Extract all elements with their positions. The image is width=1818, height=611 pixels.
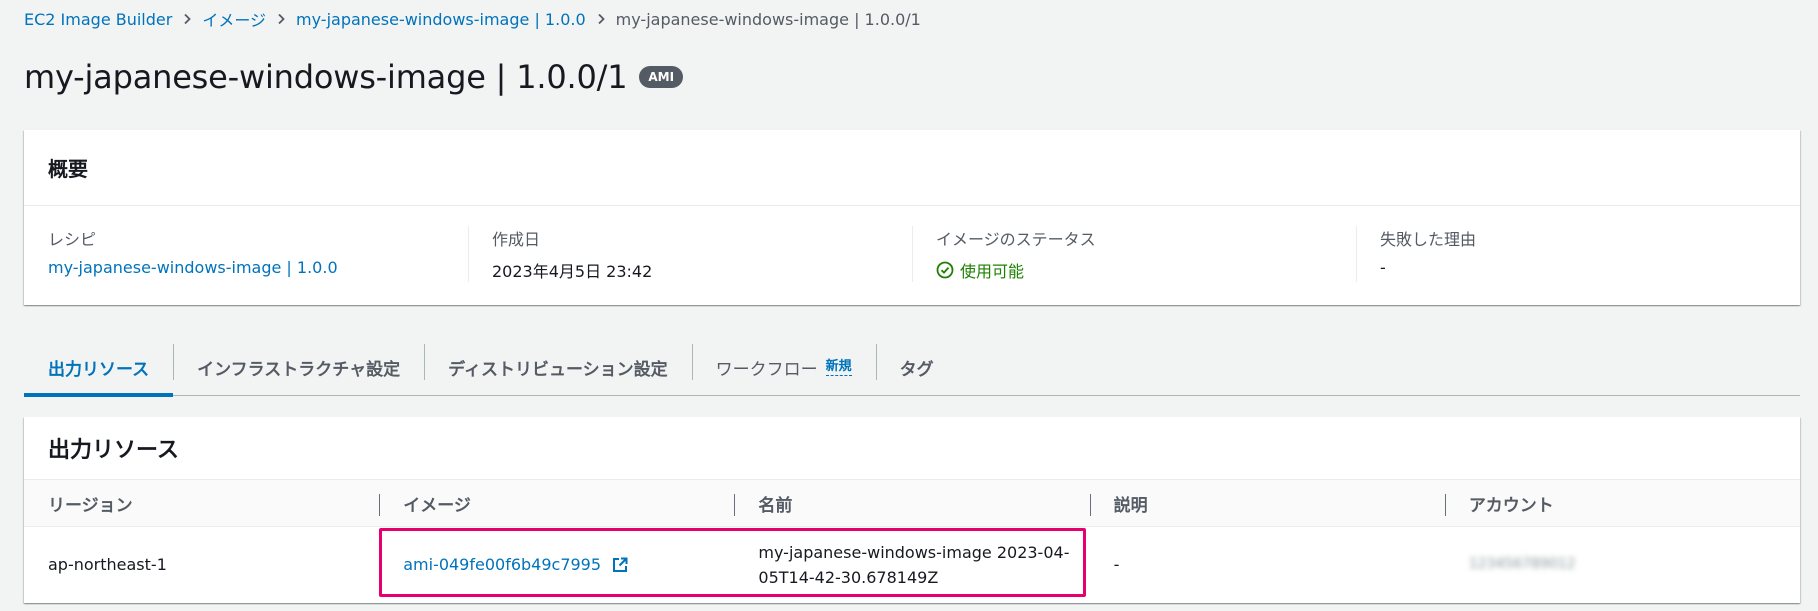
status-label: イメージのステータス (936, 230, 1096, 249)
tab-label: タグ (899, 360, 934, 380)
tab-bar: 出力リソース インフラストラクチャ設定 ディストリビューション設定 ワークフロー… (24, 340, 1800, 397)
ami-id: ami-049fe00f6b49c7995 (403, 555, 602, 574)
ami-link[interactable]: ami-049fe00f6b49c7995 (403, 552, 629, 577)
tab-tags[interactable]: タグ (875, 340, 958, 395)
cell-region: ap-northeast-1 (48, 555, 167, 574)
table-row: ap-northeast-1 ami-049fe00f6b49c7995 my-… (24, 527, 1800, 602)
cell-account: 123456789012 (1445, 527, 1800, 602)
status-text: 使用可能 (960, 262, 1025, 281)
breadcrumb-link-image-builder[interactable]: EC2 Image Builder (24, 10, 172, 29)
table-header: リージョン イメージ 名前 説明 アカウント (24, 479, 1800, 527)
check-circle-icon (936, 261, 954, 279)
overview-heading: 概要 (24, 130, 1800, 206)
page-title: my-japanese-windows-image | 1.0.0/1 (24, 58, 628, 96)
failure-reason-value: - (1380, 258, 1386, 277)
cell-description: - (1113, 555, 1120, 574)
created-value: 2023年4月5日 23:42 (492, 262, 653, 281)
tab-label: ディストリビューション設定 (448, 360, 668, 380)
overview-panel: 概要 レシピ my-japanese-windows-image | 1.0.0… (24, 130, 1800, 305)
column-header-image: イメージ (379, 480, 734, 526)
tab-distribution-settings[interactable]: ディストリビューション設定 (424, 340, 691, 395)
ami-badge: AMI (639, 66, 684, 88)
tab-workflow[interactable]: ワークフロー 新規 (691, 340, 876, 395)
column-header-region: リージョン (48, 495, 133, 516)
overview-failure-reason: 失敗した理由 - (1356, 206, 1800, 305)
recipe-label: レシピ (48, 230, 97, 249)
output-resources-panel: 出力リソース リージョン イメージ 名前 説明 アカウント ap-northea… (24, 417, 1800, 603)
page-header: my-japanese-windows-image | 1.0.0/1 AMI (24, 58, 684, 96)
tab-output-resources[interactable]: 出力リソース (24, 340, 174, 397)
tab-label: 出力リソース (48, 360, 150, 380)
chevron-right-icon (586, 13, 616, 25)
overview-created: 作成日 2023年4月5日 23:42 (468, 206, 912, 305)
column-header-description: 説明 (1089, 480, 1445, 526)
cell-name: my-japanese-windows-image 2023-04-05T14-… (758, 542, 1070, 587)
tab-label: インフラストラクチャ設定 (197, 360, 401, 380)
chevron-right-icon (172, 13, 202, 25)
column-header-account: アカウント (1444, 480, 1800, 526)
overview-status: イメージのステータス 使用可能 (912, 206, 1356, 305)
breadcrumb-link-image-version[interactable]: my-japanese-windows-image | 1.0.0 (296, 10, 586, 29)
column-header-name: 名前 (734, 480, 1089, 526)
breadcrumb-current: my-japanese-windows-image | 1.0.0/1 (615, 9, 921, 29)
external-link-icon (613, 557, 628, 572)
page: EC2 Image Builder イメージ my-japanese-windo… (0, 0, 1818, 611)
account-id-redacted: 123456789012 (1468, 556, 1576, 572)
status-value: 使用可能 (936, 258, 1356, 282)
breadcrumb: EC2 Image Builder イメージ my-japanese-windo… (24, 7, 921, 31)
created-label: 作成日 (492, 230, 541, 249)
chevron-right-icon (266, 13, 296, 25)
overview-columns: レシピ my-japanese-windows-image | 1.0.0 作成… (24, 206, 1800, 305)
cell-image: ami-049fe00f6b49c7995 (379, 527, 734, 602)
recipe-link[interactable]: my-japanese-windows-image | 1.0.0 (48, 258, 468, 277)
overview-recipe: レシピ my-japanese-windows-image | 1.0.0 (24, 206, 468, 305)
failure-reason-label: 失敗した理由 (1380, 230, 1477, 249)
new-badge[interactable]: 新規 (825, 359, 852, 376)
output-resources-heading: 出力リソース (48, 438, 179, 463)
tab-label: ワークフロー (715, 360, 818, 380)
breadcrumb-link-images[interactable]: イメージ (202, 7, 266, 31)
tab-infrastructure-settings[interactable]: インフラストラクチャ設定 (173, 340, 424, 395)
